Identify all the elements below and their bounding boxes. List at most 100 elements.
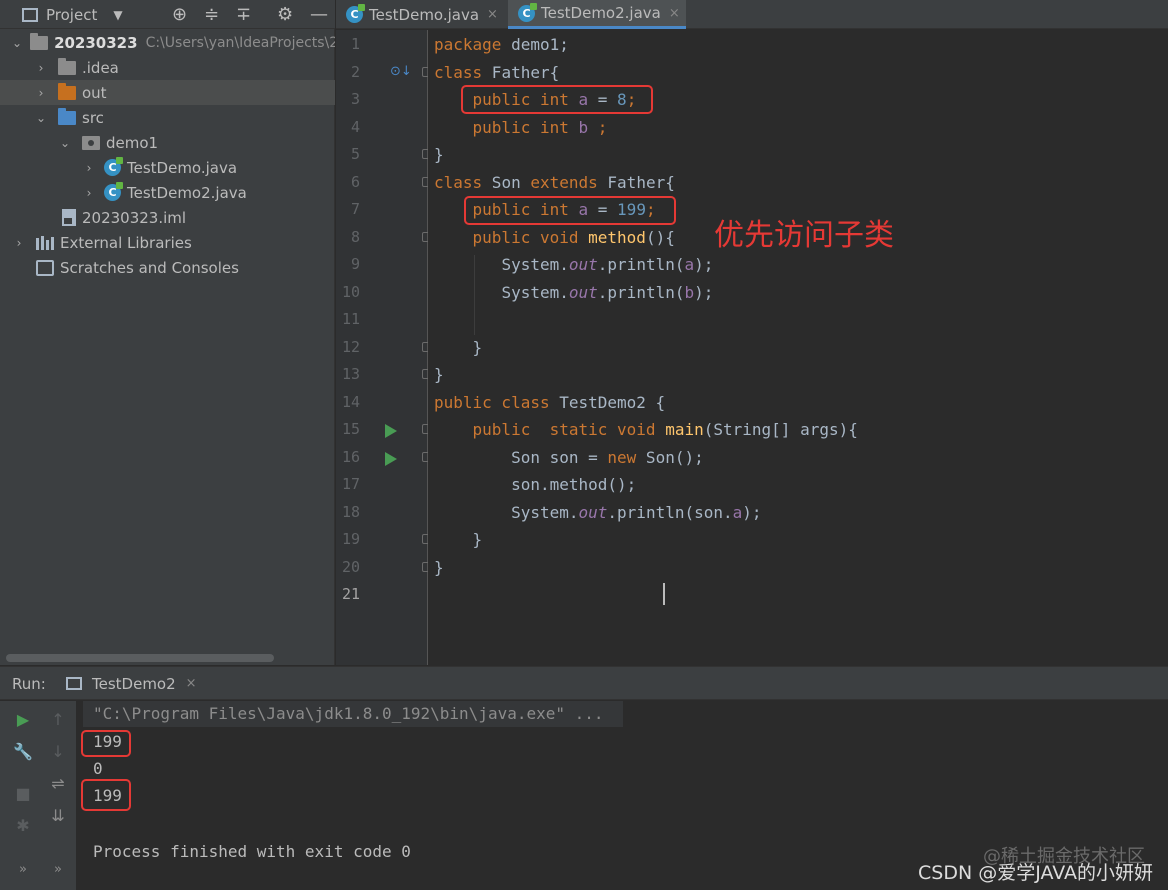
line-number: 15 — [341, 420, 360, 438]
tree-item-project-root[interactable]: ⌄ 20230323 C:\Users\yan\IdeaProjects\202… — [0, 30, 335, 55]
chevron-right-icon[interactable]: › — [82, 161, 96, 175]
tab-testdemo2[interactable]: C TestDemo2.java × — [508, 0, 686, 29]
code-line: class Son extends Father{ — [434, 173, 675, 192]
run-class-icon[interactable] — [385, 424, 397, 438]
run-header: Run: TestDemo2 × — [0, 667, 1168, 700]
collapse-all-icon[interactable]: ∓ — [236, 0, 251, 29]
close-icon[interactable]: × — [186, 676, 197, 691]
tree-item-label: 20230323 — [54, 33, 138, 52]
line-number: 21 — [341, 585, 360, 603]
chevron-right-icon[interactable]: › — [12, 236, 26, 250]
tree-item-scratches[interactable]: Scratches and Consoles — [0, 255, 335, 280]
console-command: "C:\Program Files\Java\jdk1.8.0_192\bin\… — [93, 704, 604, 723]
code-line: } — [434, 558, 444, 577]
project-tool-window: Project ▼ ⊕ ≑ ∓ ⚙ — ⌄ 20230323 C:\Users\… — [0, 0, 335, 665]
stop-icon[interactable]: ■ — [13, 783, 33, 803]
arrow-down-icon[interactable]: ↓ — [48, 741, 68, 761]
code-line: } — [434, 365, 444, 384]
close-icon[interactable]: × — [487, 7, 498, 22]
tab-label: TestDemo.java — [369, 5, 480, 24]
chevron-right-icon[interactable]: › — [34, 86, 48, 100]
highlight-box-son-a — [464, 196, 676, 225]
tab-run-testdemo2[interactable]: TestDemo2 × — [66, 667, 197, 700]
chevron-down-icon[interactable]: ⌄ — [34, 111, 48, 125]
text-caret — [663, 583, 665, 605]
code-line: son.method(); — [511, 475, 637, 494]
tree-item-label: Scratches and Consoles — [60, 258, 239, 277]
line-number: 10 — [341, 283, 360, 301]
project-toolbar: Project ▼ ⊕ ≑ ∓ ⚙ — — [0, 0, 335, 29]
soft-wrap-icon[interactable]: ⇌ — [48, 773, 68, 793]
chevron-down-icon[interactable]: ⌄ — [12, 36, 22, 50]
run-main-icon[interactable] — [385, 452, 397, 466]
tab-label: TestDemo2.java — [541, 4, 661, 22]
source-folder-icon — [58, 107, 76, 125]
line-number: 12 — [341, 338, 360, 356]
line-number: 3 — [350, 90, 360, 108]
line-number: 9 — [350, 255, 360, 273]
tree-item-testdemo[interactable]: › C TestDemo.java — [0, 155, 335, 180]
code-line: System.out.println(a); — [501, 255, 714, 274]
tree-item-iml[interactable]: 20230323.iml — [0, 205, 335, 230]
tree-item-demo1[interactable]: ⌄ demo1 — [0, 130, 335, 155]
module-folder-icon — [30, 32, 49, 50]
code-line: } — [472, 338, 483, 357]
code-line: System.out.println(b); — [501, 283, 714, 302]
line-number: 4 — [350, 118, 360, 136]
line-number: 2 — [350, 63, 360, 81]
code-line: } — [434, 145, 444, 164]
code-line: public class TestDemo2 { — [434, 393, 666, 412]
project-icon — [22, 7, 38, 22]
iml-file-icon — [62, 209, 76, 226]
line-number: 19 — [341, 530, 360, 548]
chevron-down-icon[interactable]: ⌄ — [58, 136, 72, 150]
line-number: 20 — [341, 558, 360, 576]
close-icon[interactable]: × — [669, 6, 680, 21]
libraries-icon — [36, 235, 54, 250]
tree-item-out[interactable]: › out — [0, 80, 335, 105]
highlight-box-father-a — [461, 85, 653, 114]
console-output-line: 0 — [93, 759, 103, 778]
tree-item-label: out — [82, 83, 107, 102]
tree-item-label: 20230323.iml — [82, 208, 187, 227]
code-line: package demo1; — [434, 35, 569, 54]
tree-item-testdemo2[interactable]: › C TestDemo2.java — [0, 180, 335, 205]
project-view-selector[interactable]: Project ▼ — [22, 0, 123, 29]
line-number: 18 — [341, 503, 360, 521]
minimize-icon[interactable]: — — [310, 0, 328, 29]
rerun-icon[interactable]: ▶ — [13, 709, 33, 729]
scroll-to-end-icon[interactable]: ⇊ — [48, 805, 68, 825]
arrow-up-icon[interactable]: ↑ — [48, 709, 68, 729]
line-number: 6 — [350, 173, 360, 191]
more-icon[interactable]: » — [48, 859, 68, 879]
wrench-icon[interactable]: 🔧 — [13, 741, 33, 761]
code-editor[interactable]: package demo1; class Father{ public int … — [428, 30, 1168, 665]
more-icon[interactable]: » — [13, 859, 33, 879]
horizontal-scrollbar[interactable] — [6, 654, 274, 662]
tree-item-path: C:\Users\yan\IdeaProjects\20230323 — [145, 34, 335, 51]
tree-item-external-libraries[interactable]: › External Libraries — [0, 230, 335, 255]
gear-icon[interactable]: ⚙ — [277, 0, 293, 29]
watermark-csdn: CSDN @爱学JAVA的小妍妍 — [918, 862, 1154, 884]
tree-item-idea[interactable]: › .idea — [0, 55, 335, 80]
editor-gutter: 1 2 3 4 5 6 7 8 9 10 11 12 13 14 15 16 1… — [336, 30, 432, 665]
tab-testdemo[interactable]: C TestDemo.java × — [336, 0, 506, 29]
expand-all-icon[interactable]: ≑ — [204, 0, 219, 29]
bug-icon[interactable]: ✱ — [13, 815, 33, 835]
locate-icon[interactable]: ⊕ — [172, 0, 187, 29]
highlight-box-output-1 — [81, 730, 131, 757]
code-line: public int b ; — [472, 118, 608, 137]
chevron-down-icon: ▼ — [113, 7, 123, 22]
chevron-right-icon[interactable]: › — [34, 61, 48, 75]
editor-tab-bar: C TestDemo.java × C TestDemo2.java × — [336, 0, 1168, 29]
folder-icon — [58, 57, 76, 75]
line-number: 13 — [341, 365, 360, 383]
tree-item-label: demo1 — [106, 133, 159, 152]
chevron-right-icon[interactable]: › — [82, 186, 96, 200]
java-class-icon: C — [518, 2, 537, 22]
run-toolbar: ▶ ↑ 🔧 ↓ ⇌ ■ ⇊ ✱ » » — [0, 701, 76, 890]
overridden-method-icon[interactable]: ⊙↓ — [390, 64, 412, 79]
code-line: class Father{ — [434, 63, 560, 82]
tree-item-label: External Libraries — [60, 233, 192, 252]
tree-item-src[interactable]: ⌄ src — [0, 105, 335, 130]
